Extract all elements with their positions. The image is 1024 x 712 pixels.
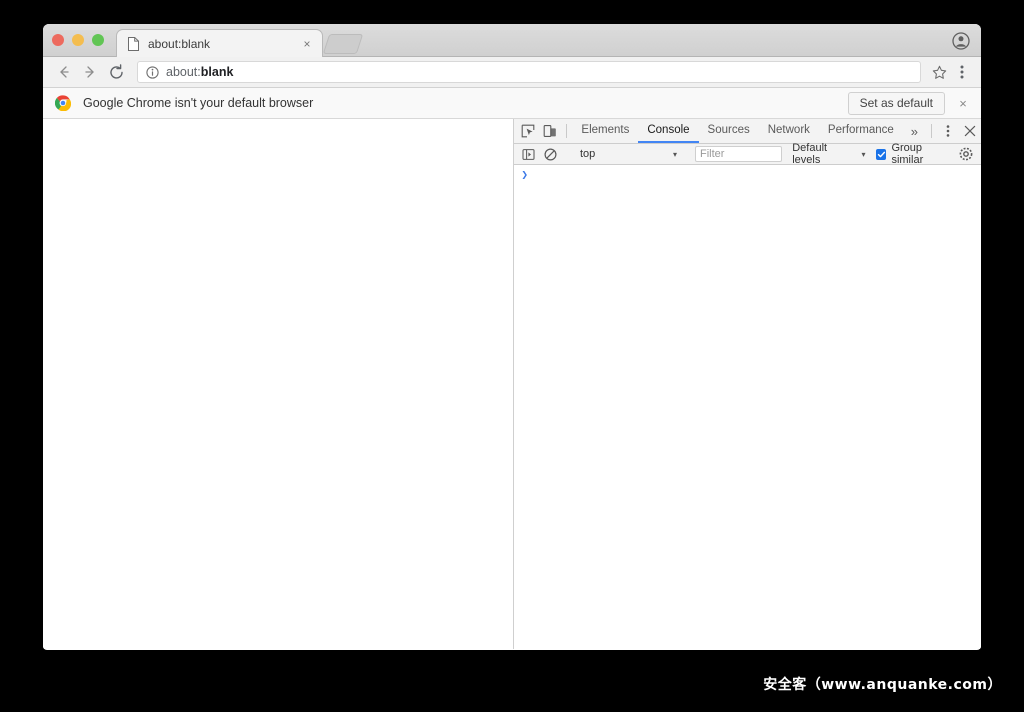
- window-close-button[interactable]: [52, 34, 64, 46]
- inspect-element-icon[interactable]: [517, 119, 539, 143]
- default-browser-infobar: Google Chrome isn't your default browser…: [43, 88, 981, 119]
- devtools-tab-performance[interactable]: Performance: [819, 119, 903, 143]
- page-icon: [127, 36, 140, 51]
- info-circle-icon[interactable]: [146, 65, 159, 79]
- url-host: blank: [200, 65, 234, 79]
- navigation-toolbar: about:blank: [43, 57, 981, 88]
- chevron-down-icon: ▾: [861, 149, 866, 159]
- devtools-close-icon[interactable]: [959, 119, 981, 143]
- window-maximize-button[interactable]: [92, 34, 104, 46]
- console-context-selector[interactable]: top ▾: [574, 146, 681, 163]
- browser-tab-active[interactable]: about:blank ×: [116, 29, 323, 57]
- tab-strip: about:blank ×: [43, 24, 981, 57]
- toolbar-divider-right: [931, 124, 932, 138]
- console-sidebar-icon[interactable]: [517, 148, 539, 161]
- back-button[interactable]: [51, 59, 77, 85]
- star-outline-icon[interactable]: [927, 60, 951, 84]
- address-bar-text: about:blank: [166, 65, 233, 79]
- content-area: Elements Console Sources Network Perform…: [43, 119, 981, 649]
- console-filter-placeholder: Filter: [699, 148, 725, 160]
- devtools-tabbar: Elements Console Sources Network Perform…: [514, 119, 981, 144]
- close-icon[interactable]: ×: [955, 96, 971, 111]
- console-prompt-caret-icon: ❯: [521, 170, 529, 182]
- checkbox-checked-icon[interactable]: [875, 148, 887, 160]
- devtools-tab-console[interactable]: Console: [638, 119, 699, 143]
- devtools-tab-sources[interactable]: Sources: [699, 119, 759, 143]
- toolbar-divider: [566, 124, 568, 138]
- forward-button[interactable]: [77, 59, 103, 85]
- watermark: 安全客（www.anquanke.com）: [763, 677, 1002, 693]
- devtools-panel: Elements Console Sources Network Perform…: [514, 119, 981, 649]
- console-filter-input[interactable]: Filter: [694, 146, 783, 162]
- devtools-overflow-button[interactable]: »: [903, 119, 926, 143]
- clear-console-icon[interactable]: [539, 147, 561, 161]
- infobar-message: Google Chrome isn't your default browser: [83, 96, 314, 110]
- window-minimize-button[interactable]: [72, 34, 84, 46]
- devtools-tab-network[interactable]: Network: [759, 119, 819, 143]
- new-tab-button[interactable]: [322, 34, 364, 54]
- device-toolbar-icon[interactable]: [539, 119, 561, 143]
- account-circle-icon[interactable]: [951, 31, 971, 51]
- group-similar-toggle[interactable]: Group similar: [875, 142, 957, 166]
- console-context-label: top: [579, 148, 596, 160]
- chrome-logo-icon: [54, 95, 72, 112]
- reload-button[interactable]: [103, 59, 129, 85]
- three-dots-vertical-icon[interactable]: [951, 60, 973, 84]
- window-traffic-lights: [52, 34, 104, 46]
- url-scheme: about:: [166, 65, 201, 79]
- group-similar-label: Group similar: [891, 142, 924, 166]
- set-as-default-button[interactable]: Set as default: [847, 91, 945, 115]
- chevron-down-icon: ▾: [672, 149, 677, 159]
- close-icon[interactable]: ×: [300, 37, 314, 51]
- console-toolbar: top ▾ Filter Default levels ▾ Group simi…: [514, 142, 981, 166]
- gear-icon[interactable]: [956, 147, 976, 161]
- console-log-levels-label: Default levels: [792, 142, 828, 166]
- console-message-area[interactable]: ❯: [514, 165, 981, 649]
- browser-tab-title: about:blank: [148, 36, 211, 51]
- page-viewport[interactable]: [43, 119, 515, 649]
- three-dots-vertical-icon[interactable]: [937, 119, 959, 143]
- console-prompt-row[interactable]: ❯: [514, 168, 981, 186]
- browser-window: about:blank × about:blank Google Chrome …: [43, 24, 981, 650]
- devtools-tab-elements[interactable]: Elements: [572, 119, 638, 143]
- console-log-levels-selector[interactable]: Default levels ▾: [792, 142, 865, 166]
- address-bar[interactable]: about:blank: [137, 61, 921, 83]
